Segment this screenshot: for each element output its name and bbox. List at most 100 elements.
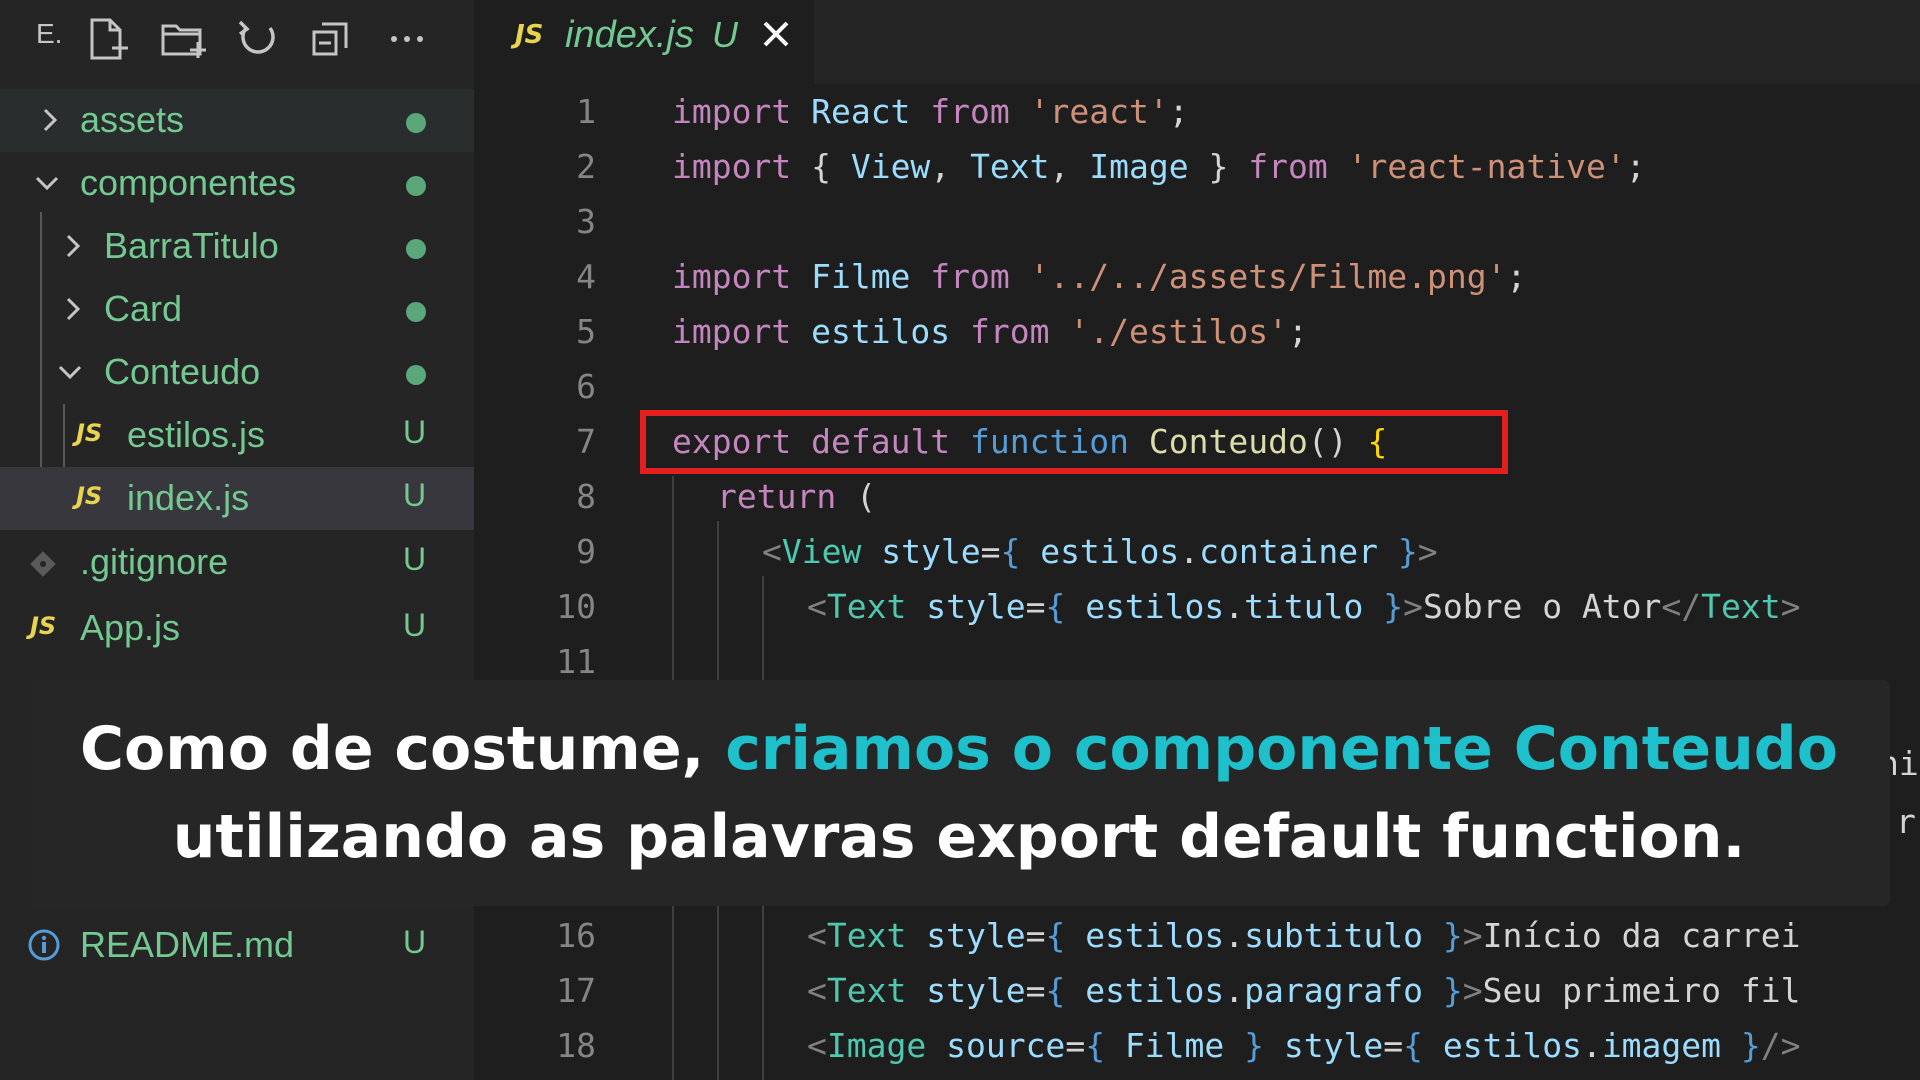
tree-item-index-js[interactable]: JS index.js U <box>0 467 474 530</box>
tree-item-label: assets <box>80 99 185 140</box>
identifier: Filme <box>791 257 931 296</box>
chevron-down-icon <box>57 359 83 385</box>
line-number: 11 <box>556 642 596 681</box>
tag-bracket: < <box>807 971 827 1010</box>
tree-item-app-js[interactable]: JS App.js U <box>0 597 474 660</box>
identifier: estilos <box>1065 971 1225 1010</box>
tree-item-label: Card <box>104 288 183 329</box>
identifier: estilos <box>1065 916 1225 955</box>
keyword: return <box>717 477 837 516</box>
jsx-text: Seu primeiro fil <box>1482 971 1801 1010</box>
code-editor[interactable]: 1 2 3 4 5 6 7 8 9 10 11 16 17 18 import … <box>474 84 1920 1080</box>
attribute: style <box>926 916 1026 955</box>
new-file-icon[interactable] <box>82 14 132 64</box>
line-number: 17 <box>556 971 596 1010</box>
keyword: import <box>672 257 792 296</box>
punct: = <box>980 532 1001 571</box>
punct: = <box>1025 971 1046 1010</box>
attribute: style <box>1283 1026 1384 1065</box>
js-file-icon: JS <box>30 612 57 640</box>
tree-item-conteudo[interactable]: Conteudo <box>0 341 474 404</box>
tag-name: Text <box>1701 587 1781 626</box>
chevron-right-icon <box>60 233 86 259</box>
brace: { <box>1045 587 1066 626</box>
tag-name: Text <box>826 971 907 1010</box>
tag-bracket: /> <box>1760 1026 1801 1065</box>
collapse-all-icon[interactable] <box>306 14 356 64</box>
brace: { <box>1403 1026 1423 1065</box>
punct: . <box>1224 971 1245 1010</box>
attribute: source <box>946 1026 1066 1065</box>
property: subtitulo <box>1244 916 1423 955</box>
tag-name: Text <box>826 916 907 955</box>
jsx-text: Início da carrei <box>1482 916 1801 955</box>
punct: ; <box>1625 147 1646 186</box>
more-icon[interactable] <box>382 14 432 64</box>
tab-index-js[interactable]: JS index.js U <box>474 0 814 84</box>
js-file-icon: JS <box>515 20 544 50</box>
close-icon[interactable] <box>760 18 792 50</box>
line-number: 9 <box>576 532 596 571</box>
property: container <box>1199 532 1378 571</box>
line-number: 1 <box>576 92 596 131</box>
line-number: 5 <box>576 312 596 351</box>
tree-item-barratitulo[interactable]: BarraTitulo <box>0 215 474 278</box>
tree-item-readme-md[interactable]: README.md U <box>0 914 474 977</box>
code-line-18: <Image source={ Filme } style={ estilos.… <box>807 1026 1801 1065</box>
refresh-icon[interactable] <box>232 14 282 64</box>
code-line-4: import Filme from '../../assets/Filme.pn… <box>672 257 1526 296</box>
tag-bracket: > <box>1462 971 1483 1010</box>
code-line-1: import React from 'react'; <box>672 92 1189 131</box>
tree-item-card[interactable]: Card <box>0 278 474 341</box>
punct: } <box>1188 147 1249 186</box>
punct: . <box>1224 587 1245 626</box>
tree-item-label: README.md <box>80 924 295 965</box>
code-line-17: <Text style={ estilos.paragrafo }>Seu pr… <box>807 971 1800 1010</box>
brace: } <box>1383 587 1404 626</box>
tree-item-label: index.js <box>127 477 250 518</box>
identifier: estilos <box>1422 1026 1582 1065</box>
tree-item-componentes[interactable]: componentes <box>0 152 474 215</box>
punct: . <box>1179 532 1200 571</box>
identifier: View <box>850 147 931 186</box>
tag-name: Text <box>826 587 907 626</box>
property: titulo <box>1244 587 1364 626</box>
brace: { <box>1085 1026 1106 1065</box>
string: '../../assets/Filme.png' <box>1009 257 1507 296</box>
tag-bracket: < <box>807 916 827 955</box>
git-status-badge: U <box>403 477 427 513</box>
git-file-icon <box>28 549 58 579</box>
line-number: 10 <box>556 587 596 626</box>
identifier: Text <box>970 147 1050 186</box>
editor-tab-bar: JS index.js U <box>474 0 1920 84</box>
tree-item-gitignore[interactable]: .gitignore U <box>0 531 474 594</box>
caption-line-2: utilizando as palavras export default fu… <box>172 802 1746 872</box>
chevron-right-icon <box>37 107 63 133</box>
code-line-9: <View style={ estilos.container }> <box>762 532 1438 571</box>
line-number: 7 <box>576 422 596 461</box>
tag-bracket: > <box>1403 587 1423 626</box>
string: 'react-native' <box>1327 147 1626 186</box>
status-dot <box>406 176 426 196</box>
keyword: import <box>672 312 792 351</box>
caption-line-1: Como de costume, criamos o componente Co… <box>28 714 1890 784</box>
keyword: from <box>930 92 1010 131</box>
line-number: 2 <box>576 147 596 186</box>
git-status-badge: U <box>712 14 738 55</box>
new-folder-icon[interactable] <box>158 14 208 64</box>
tree-item-assets[interactable]: assets <box>0 89 474 152</box>
line-number: 4 <box>576 257 596 296</box>
git-status-badge: U <box>403 541 427 577</box>
line-number: 8 <box>576 477 596 516</box>
punct: = <box>1025 916 1046 955</box>
tree-item-estilos-js[interactable]: JS estilos.js U <box>0 404 474 467</box>
git-status-badge: U <box>403 607 427 643</box>
tab-label: index.js <box>565 14 694 56</box>
attribute: style <box>881 532 981 571</box>
